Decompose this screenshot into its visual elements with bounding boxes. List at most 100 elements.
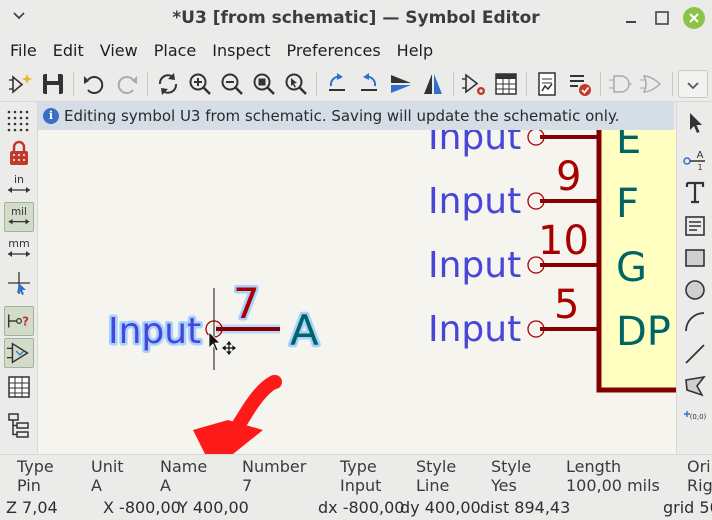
select-tool-button[interactable]: [681, 108, 709, 136]
rotate-ccw-icon: [329, 73, 345, 91]
status-x: X -800,00: [103, 498, 181, 517]
symbol-properties-button[interactable]: [460, 70, 488, 98]
selected-pin-name: A: [290, 306, 319, 355]
pin-electrical-type-icon: ?: [8, 314, 29, 329]
selected-pin-type-label: Input: [108, 311, 201, 352]
menu-edit[interactable]: Edit: [45, 38, 92, 64]
units-mm-button[interactable]: mm: [4, 234, 34, 264]
prop-header-visible: Style: [491, 457, 532, 476]
status-dist: dist 894,43: [480, 498, 571, 517]
grid-icon: [7, 110, 29, 132]
units-inch-icon: in: [8, 173, 30, 193]
add-pin-tool-button[interactable]: A1: [681, 144, 709, 172]
window-title: *U3 [from schematic] — Symbol Editor: [172, 8, 540, 28]
minimize-icon[interactable]: [621, 8, 641, 28]
rotate-cw-icon: [361, 73, 377, 91]
new-symbol-button[interactable]: [8, 70, 36, 98]
zoom-fit-button[interactable]: [250, 70, 278, 98]
unit-selector-dropdown[interactable]: [678, 70, 708, 98]
info-bar-message: Editing symbol U3 from schematic. Saving…: [64, 107, 620, 125]
redo-button[interactable]: [113, 70, 141, 98]
de-morgan-standard-icon: [609, 75, 632, 93]
add-line-tool-button[interactable]: [681, 340, 709, 368]
menu-preferences[interactable]: Preferences: [279, 38, 389, 64]
left-toolbar: in mil mm ?: [0, 102, 38, 454]
units-mm-icon: mm: [8, 237, 30, 257]
pin-table-button[interactable]: [492, 70, 520, 98]
menu-file[interactable]: File: [2, 38, 45, 64]
add-text-tool-button[interactable]: [681, 178, 709, 206]
save-button[interactable]: [39, 70, 67, 98]
cursor-style-button[interactable]: [4, 268, 34, 298]
add-arc-tool-button[interactable]: [681, 308, 709, 336]
maximize-icon[interactable]: [652, 8, 672, 28]
add-textbox-tool-button[interactable]: [681, 212, 709, 240]
prop-col-length: Length 100,00 mils: [566, 457, 660, 495]
de-morgan-standard-button[interactable]: [606, 70, 634, 98]
prop-header-number: Number: [242, 457, 307, 476]
info-icon: i: [43, 108, 59, 124]
right-toolbar: A1 (0,0): [676, 102, 712, 454]
show-hidden-pins-button[interactable]: [4, 338, 34, 368]
grid-lock-button[interactable]: [4, 138, 34, 168]
zoom-out-button[interactable]: [218, 70, 246, 98]
add-circle-tool-button[interactable]: [681, 276, 709, 304]
set-anchor-tool-button[interactable]: (0,0): [681, 404, 709, 432]
grid-toggle-button[interactable]: [4, 106, 34, 136]
prop-header-type: Type: [17, 457, 54, 476]
prop-col-visible: Style Yes: [491, 457, 531, 495]
units-inch-button[interactable]: in: [4, 170, 34, 200]
zoom-out-icon: [221, 73, 243, 95]
symbol-checker-button[interactable]: [566, 70, 594, 98]
hidden-pins-icon: [6, 342, 29, 364]
svg-text:mm: mm: [8, 237, 29, 250]
close-window-button[interactable]: [683, 7, 705, 29]
prop-value-name: A: [160, 476, 171, 495]
prop-header-graphic-style: Style: [416, 457, 457, 476]
datasheet-button[interactable]: [533, 70, 561, 98]
arc-tool-icon: [685, 312, 705, 332]
mirror-horizontal-button[interactable]: [419, 70, 447, 98]
zoom-selection-button[interactable]: [282, 70, 310, 98]
red-arrow-annotation: [193, 375, 282, 454]
show-pin-electrical-type-button[interactable]: ?: [4, 306, 34, 336]
de-morgan-alternate-button[interactable]: [638, 70, 666, 98]
prop-value-graphic-style: Line: [416, 476, 450, 495]
refresh-icon: [158, 73, 178, 95]
prop-col-unit: Unit A: [91, 457, 124, 495]
menu-inspect[interactable]: Inspect: [204, 38, 278, 64]
symbol-canvas[interactable]: Input E Input 9 F Input 10 G Input 5 DP: [38, 130, 676, 454]
properties-table-button[interactable]: [4, 372, 34, 402]
de-morgan-alternate-icon: [640, 75, 662, 93]
refresh-button[interactable]: [154, 70, 182, 98]
pin-g-name: G: [616, 245, 647, 291]
pin-dp-type-label: Input: [428, 309, 521, 350]
status-dx: dx -800,00: [318, 498, 405, 517]
undo-button[interactable]: [80, 70, 108, 98]
add-rectangle-tool-button[interactable]: [681, 244, 709, 272]
prop-col-number: Number 7: [242, 457, 306, 495]
menu-view[interactable]: View: [92, 38, 146, 64]
symbol-drawing: Input E Input 9 F Input 10 G Input 5 DP: [106, 130, 676, 454]
rotate-cw-button[interactable]: [355, 70, 383, 98]
zoom-in-button[interactable]: [186, 70, 214, 98]
pin-dp-name: DP: [616, 309, 671, 355]
pin-tool-icon: A1: [683, 150, 705, 172]
units-mil-button[interactable]: mil: [4, 202, 34, 232]
rectangle-tool-icon: [685, 249, 705, 267]
mirror-vertical-button[interactable]: [387, 70, 415, 98]
undo-icon: [84, 76, 104, 94]
prop-value-type: Pin: [17, 476, 41, 495]
menu-help[interactable]: Help: [389, 38, 441, 64]
menu-place[interactable]: Place: [146, 38, 205, 64]
rotate-ccw-button[interactable]: [323, 70, 351, 98]
prop-value-length: 100,00 mils: [566, 476, 660, 495]
svg-text:mil: mil: [11, 206, 27, 218]
symbol-properties-icon: [462, 73, 485, 95]
add-polygon-tool-button[interactable]: [681, 372, 709, 400]
svg-text:1: 1: [697, 163, 702, 172]
symbol-checker-icon: [570, 75, 591, 96]
prop-col-type: Type Pin: [17, 457, 54, 495]
hierarchy-panel-button[interactable]: [4, 410, 34, 440]
save-icon: [43, 74, 63, 94]
